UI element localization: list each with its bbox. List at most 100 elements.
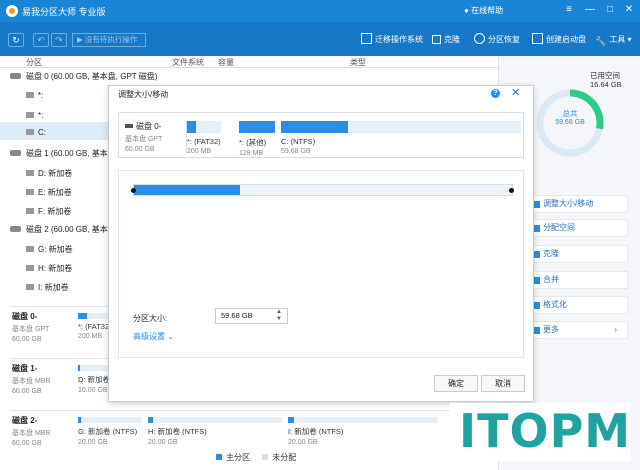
op-label: 更多 bbox=[543, 325, 559, 334]
dialog-partition-c[interactable]: C: (NTFS) 59.68 GB bbox=[281, 121, 521, 155]
dialog-partition[interactable]: *: (FAT32) 200 MB bbox=[187, 121, 221, 155]
col-filesystem: 文件系统 bbox=[172, 58, 204, 67]
col-capacity: 容量 bbox=[218, 58, 234, 67]
partition-size: 128 MB bbox=[239, 150, 264, 157]
chevron-down-icon: ▾ bbox=[625, 35, 632, 44]
advanced-settings-link[interactable]: 高级设置 ⌄ bbox=[133, 331, 174, 342]
disk-map-2[interactable]: 磁盘 2- 基本盘 MBR 60.00 GB G: 新加卷 (NTFS) 20.… bbox=[10, 410, 498, 452]
tree-partition[interactable]: E: 新加卷 bbox=[26, 187, 72, 198]
partition-label: H: 新加卷 (NTFS) bbox=[148, 427, 207, 436]
tools-icon: 🔧 bbox=[595, 36, 607, 46]
disk-map-partition[interactable]: D: 新加卷 10.00 GB bbox=[78, 365, 110, 399]
partition-icon bbox=[26, 189, 34, 195]
disk-map-name: 磁盘 1- bbox=[12, 364, 38, 373]
app-logo-icon bbox=[6, 5, 18, 17]
partition-icon bbox=[26, 284, 34, 290]
menu-icon[interactable]: ≡ bbox=[562, 3, 576, 17]
cancel-button[interactable]: 取消 bbox=[481, 375, 525, 392]
partition-label: C: (NTFS) bbox=[281, 137, 316, 146]
partition-recovery-button[interactable]: 分区恢复 bbox=[474, 32, 520, 47]
dialog-partition[interactable]: *: (其他) 128 MB bbox=[239, 121, 275, 157]
disk-map-partition[interactable]: H: 新加卷 (NTFS) 20.00 GB bbox=[148, 417, 282, 451]
dialog-disk-name-label: 磁盘 0- bbox=[136, 122, 162, 131]
partition-size: 20.00 GB bbox=[148, 439, 178, 446]
online-help-link[interactable]: ● 在线帮助 bbox=[464, 5, 503, 16]
partition-size: 20.00 GB bbox=[78, 439, 108, 446]
tree-disk-0[interactable]: 磁盘 0 (60.00 GB, 基本盘, GPT 磁盘) bbox=[10, 71, 157, 82]
spinner-icon[interactable]: ▲ ▼ bbox=[276, 309, 282, 323]
op-more[interactable]: 更多 › bbox=[528, 321, 628, 339]
bootable-media-icon bbox=[532, 33, 543, 44]
partition-fill bbox=[187, 121, 196, 133]
redo-button[interactable]: ↷ bbox=[51, 33, 67, 47]
maximize-icon[interactable]: □ bbox=[603, 3, 617, 17]
tree-partition[interactable]: I: 新加卷 bbox=[26, 282, 69, 293]
left-resize-handle[interactable] bbox=[131, 188, 136, 193]
watermark-text: ITOPM bbox=[459, 404, 632, 458]
clone-label: 克隆 bbox=[444, 35, 460, 44]
close-icon[interactable]: ✕ bbox=[622, 3, 636, 17]
disk-map-type: 基本盘 MBR bbox=[12, 378, 51, 385]
partition-size: 10.00 GB bbox=[78, 387, 108, 394]
tree-partition-label: *: bbox=[38, 111, 44, 120]
tree-partition[interactable]: D: 新加卷 bbox=[26, 168, 72, 179]
partition-label: I: 新加卷 (NTFS) bbox=[288, 427, 344, 436]
bootable-media-label: 创建启动盘 bbox=[546, 35, 586, 44]
ok-button[interactable]: 确定 bbox=[434, 375, 478, 392]
op-clone[interactable]: 克隆 bbox=[528, 245, 628, 263]
dialog-close-icon[interactable]: ✕ bbox=[511, 86, 520, 99]
op-format[interactable]: 格式化 bbox=[528, 296, 628, 314]
disk-map-partition[interactable]: G: 新加卷 (NTFS) 20.00 GB bbox=[78, 417, 142, 451]
tree-partition[interactable]: *: bbox=[26, 91, 43, 100]
unallocated-swatch bbox=[262, 454, 269, 460]
op-merge[interactable]: 合并 bbox=[528, 271, 628, 289]
bootable-media-button[interactable]: 创建启动盘 bbox=[532, 32, 586, 47]
partition-size: 200 MB bbox=[187, 148, 212, 155]
tree-partition-c[interactable]: C: bbox=[26, 128, 46, 137]
minimize-icon[interactable]: — bbox=[583, 3, 597, 17]
tools-button[interactable]: 🔧 工具 ▾ bbox=[595, 32, 631, 47]
op-label: 分配空间 bbox=[543, 223, 575, 232]
right-resize-handle[interactable] bbox=[509, 188, 514, 193]
legend: 主分区 未分配 bbox=[216, 452, 296, 463]
partition-bar bbox=[78, 417, 142, 423]
partition-recovery-label: 分区恢复 bbox=[488, 35, 520, 44]
pending-operations-button[interactable]: ▶ 没有待执行操作 bbox=[72, 33, 146, 47]
op-allocate-space[interactable]: 分配空间 bbox=[528, 219, 628, 237]
disk-map-name: 磁盘 0- bbox=[12, 312, 38, 321]
partition-fill bbox=[78, 313, 87, 319]
op-resize-move[interactable]: 调整大小/移动 bbox=[528, 195, 628, 213]
refresh-button[interactable]: ↻ bbox=[8, 33, 24, 47]
undo-button[interactable]: ↶ bbox=[33, 33, 49, 47]
tree-partition-label: G: 新加卷 bbox=[38, 245, 73, 254]
partition-icon bbox=[26, 129, 34, 135]
merge-icon bbox=[533, 277, 540, 284]
clone-icon bbox=[533, 251, 540, 258]
partition-resize-slider[interactable] bbox=[131, 184, 514, 196]
migrate-os-label: 迁移操作系统 bbox=[375, 35, 423, 44]
partition-bar bbox=[281, 121, 521, 133]
migrate-os-button[interactable]: 迁移操作系统 bbox=[361, 32, 423, 47]
help-icon[interactable]: ? bbox=[491, 89, 500, 98]
partition-icon bbox=[26, 208, 34, 214]
title-bar: 易我分区大师 专业版 ● 在线帮助 ≡ — □ ✕ bbox=[0, 0, 640, 22]
tree-partition[interactable]: *: bbox=[26, 111, 43, 120]
clone-button[interactable]: 克隆 bbox=[432, 32, 460, 47]
partition-fill bbox=[288, 417, 294, 423]
partition-icon bbox=[26, 265, 34, 271]
tree-partition-label: E: 新加卷 bbox=[38, 188, 72, 197]
tree-partition[interactable]: F: 新加卷 bbox=[26, 206, 71, 217]
tree-partition[interactable]: H: 新加卷 bbox=[26, 263, 72, 274]
partition-fill bbox=[78, 365, 80, 371]
total-value: 59.68 GB bbox=[555, 119, 585, 126]
tree-partition[interactable]: G: 新加卷 bbox=[26, 244, 73, 255]
disk-map-partition[interactable]: I: 新加卷 (NTFS) 20.00 GB bbox=[288, 417, 438, 451]
partition-size: 20.00 GB bbox=[288, 439, 318, 446]
disk-map-name: 磁盘 2- bbox=[12, 416, 38, 425]
disk-icon bbox=[10, 150, 21, 156]
tree-partition-label: C: bbox=[38, 128, 46, 137]
partition-size: 59.68 GB bbox=[281, 148, 311, 155]
partition-size-input[interactable]: 59.68 GB ▲ ▼ bbox=[215, 308, 288, 324]
partition-size-value: 59.68 GB bbox=[221, 311, 253, 320]
partition-label: *: (FAT32) bbox=[187, 137, 221, 146]
